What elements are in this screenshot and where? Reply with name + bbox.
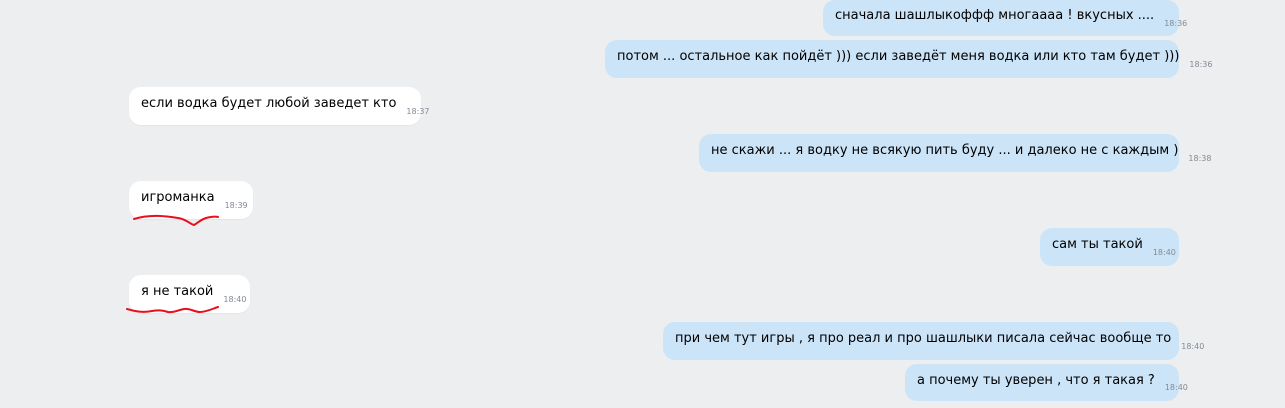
message-outgoing[interactable]: сам ты такой 18:40 — [1040, 228, 1179, 266]
message-time: 18:40 — [1152, 247, 1176, 257]
message-time: 18:37 — [406, 106, 430, 116]
message-incoming[interactable]: я не такой 18:40 — [129, 275, 250, 313]
message-time: 18:36 — [1189, 59, 1213, 69]
message-time: 18:38 — [1188, 153, 1212, 163]
message-outgoing[interactable]: при чем тут игры , я про реал и про шашл… — [663, 322, 1204, 360]
message-text: при чем тут игры , я про реал и про шашл… — [675, 331, 1172, 346]
message-text: игроманка — [141, 190, 215, 205]
message-outgoing[interactable]: сначала шашлыкоффф многаааа ! вкусных ..… — [823, 0, 1187, 36]
message-time: 18:39 — [224, 200, 248, 210]
message-time: 18:36 — [1164, 18, 1188, 28]
message-text: а почему ты уверен , что я такая ? — [917, 372, 1155, 388]
message-text: я не такой — [141, 284, 214, 299]
message-outgoing[interactable]: не скажи ... я водку не всякую пить буду… — [699, 134, 1211, 172]
message-text: если водка будет любой заведет кто — [141, 96, 397, 111]
message-time: 18:40 — [1164, 383, 1188, 392]
message-text: сначала шашлыкоффф многаааа ! вкусных ..… — [835, 8, 1155, 23]
message-incoming[interactable]: игроманка 18:39 — [129, 181, 253, 219]
chat-history: сначала шашлыкоффф многаааа ! вкусных ..… — [0, 0, 1285, 408]
message-time: 18:40 — [1181, 341, 1205, 351]
message-text: не скажи ... я водку не всякую пить буду… — [711, 143, 1179, 158]
message-incoming[interactable]: если водка будет любой заведет кто 18:37 — [129, 87, 429, 125]
message-outgoing[interactable]: а почему ты уверен , что я такая ? 18:40 — [905, 364, 1188, 401]
message-outgoing[interactable]: потом ... остальное как пойдёт ))) если … — [605, 40, 1212, 78]
message-text: сам ты такой — [1052, 237, 1143, 252]
message-text: потом ... остальное как пойдёт ))) если … — [617, 49, 1180, 64]
message-time: 18:40 — [223, 294, 247, 304]
